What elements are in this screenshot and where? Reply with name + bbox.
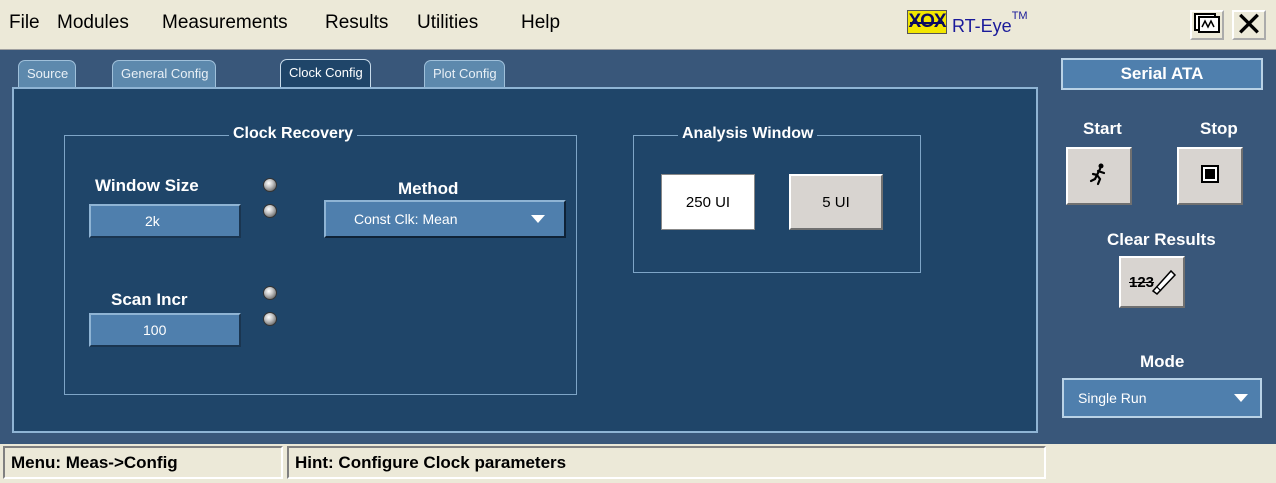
mode-dropdown[interactable]: Single Run [1062, 378, 1262, 418]
menu-help[interactable]: Help [521, 12, 560, 34]
chevron-down-icon [531, 215, 545, 223]
tab-clock-config[interactable]: Clock Config [280, 59, 371, 90]
start-button[interactable] [1066, 147, 1132, 205]
eraser-icon: 123 [1127, 267, 1177, 297]
method-label: Method [398, 179, 459, 198]
tab-source[interactable]: Source [18, 60, 77, 88]
scope-view-icon [1194, 12, 1220, 38]
scan-incr-field[interactable]: 100 [89, 313, 241, 347]
window-size-coarse-knob[interactable] [263, 178, 277, 192]
analysis-250ui-button[interactable]: 250 UI [661, 174, 755, 230]
status-menu-path: Menu: Meas->Config [3, 446, 283, 479]
scan-incr-fine-knob[interactable] [263, 312, 277, 326]
tab-general-config[interactable]: General Config [112, 60, 217, 88]
control-panel: Serial ATA Start Stop Clear Results 123 [1049, 50, 1276, 444]
stop-label: Stop [1200, 119, 1238, 138]
menu-results[interactable]: Results [325, 12, 388, 34]
menu-bar: File Modules Measurements Results Utilit… [0, 0, 1276, 50]
menu-utilities[interactable]: Utilities [417, 12, 478, 34]
clock-config-page: Clock Recovery Window Size 2k Method Con… [12, 87, 1038, 433]
clock-recovery-group: Clock Recovery Window Size 2k Method Con… [64, 125, 577, 395]
app-title: RT-EyeTM [952, 10, 1028, 37]
status-bar: Menu: Meas->Config Hint: Configure Clock… [0, 444, 1276, 483]
stop-icon [1201, 164, 1219, 188]
mode-value: Single Run [1078, 390, 1147, 406]
chevron-down-icon [1234, 394, 1248, 402]
close-button[interactable]: ✕ [1232, 6, 1266, 44]
scan-incr-coarse-knob[interactable] [263, 286, 277, 300]
logo-text: XOX [908, 11, 946, 32]
clock-recovery-title: Clock Recovery [229, 125, 358, 143]
stop-button[interactable] [1177, 147, 1243, 205]
window-size-fine-knob[interactable] [263, 204, 277, 218]
standard-label: Serial ATA [1061, 58, 1263, 90]
analysis-250ui-label: 250 UI [685, 193, 731, 211]
analysis-window-title: Analysis Window [678, 125, 818, 143]
analysis-5ui-button[interactable]: 5 UI [789, 174, 883, 230]
app-logo: XOX [907, 10, 947, 34]
menu-measurements[interactable]: Measurements [162, 12, 288, 34]
window-size-field[interactable]: 2k [89, 204, 241, 238]
window-size-value: 2k [145, 213, 160, 229]
tab-plot-config[interactable]: Plot Config [424, 60, 505, 88]
start-label: Start [1083, 119, 1122, 138]
analysis-5ui-label: 5 UI [822, 193, 850, 211]
scan-incr-value: 100 [143, 322, 167, 338]
running-man-icon [1087, 162, 1111, 191]
close-icon: ✕ [1234, 6, 1264, 44]
status-hint: Hint: Configure Clock parameters [287, 446, 1046, 479]
analysis-window-group: Analysis Window 250 UI 5 UI [633, 125, 921, 273]
clear-results-button[interactable]: 123 [1119, 256, 1185, 308]
scan-incr-label: Scan Incr [111, 290, 188, 309]
main-panel: Source General Config Clock Config Plot … [0, 50, 1049, 444]
menu-file[interactable]: File [9, 12, 40, 34]
minimize-app-button[interactable] [1190, 10, 1224, 40]
app-title-text: RT-Eye [952, 16, 1012, 36]
method-dropdown[interactable]: Const Clk: Mean [324, 200, 566, 238]
menu-modules[interactable]: Modules [57, 12, 129, 34]
mode-label: Mode [1140, 352, 1185, 371]
clear-results-label: Clear Results [1107, 230, 1216, 249]
method-value: Const Clk: Mean [354, 211, 458, 227]
window-size-label: Window Size [95, 176, 199, 195]
trademark-mark: TM [1011, 10, 1028, 22]
